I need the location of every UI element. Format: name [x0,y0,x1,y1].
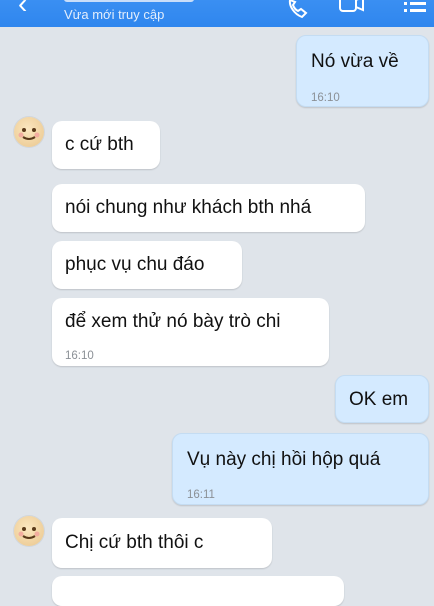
message-bubble[interactable]: phục vụ chu đáo [52,241,242,289]
message-time: 16:10 [65,350,94,362]
video-icon[interactable] [338,0,366,20]
message-text: Vụ này chị hồi hộp quá [187,449,381,470]
avatar[interactable] [14,516,44,546]
chat-header: ‹ Vừa mới truy cập [0,0,434,27]
message-text: nói chung như khách bth nhá [65,197,312,218]
message-text: để xem thử nó bày trò chi [65,311,281,332]
phone-icon[interactable] [286,0,310,20]
avatar[interactable] [14,117,44,147]
message-bubble[interactable]: c cứ bth [52,121,160,169]
chevron-left-icon[interactable]: ‹ [18,0,27,18]
contact-status: Vừa mới truy cập [64,7,165,22]
message-text: c cứ bth [65,134,134,155]
message-bubble[interactable]: Vụ này chị hồi hộp quá 16:11 [172,433,429,505]
message-list[interactable]: Nó vừa về 16:10 c cứ bth nói chung như k… [0,27,434,606]
message-text: OK em [349,389,409,410]
message-bubble[interactable]: Chị cứ bth thôi c [52,518,272,568]
message-bubble[interactable]: OK em [335,375,429,423]
message-bubble[interactable] [52,576,344,606]
message-time: 16:10 [311,92,340,104]
message-bubble[interactable]: để xem thử nó bày trò chi 16:10 [52,298,329,366]
message-text: Chị cứ bth thôi c [65,532,204,553]
message-bubble[interactable]: Nó vừa về 16:10 [296,35,429,107]
message-bubble[interactable]: nói chung như khách bth nhá [52,184,365,232]
contact-name[interactable] [64,0,194,2]
list-menu-icon[interactable] [404,0,430,20]
message-time: 16:11 [187,489,215,501]
message-text: phục vụ chu đáo [65,254,205,275]
message-text: Nó vừa về [311,51,399,72]
